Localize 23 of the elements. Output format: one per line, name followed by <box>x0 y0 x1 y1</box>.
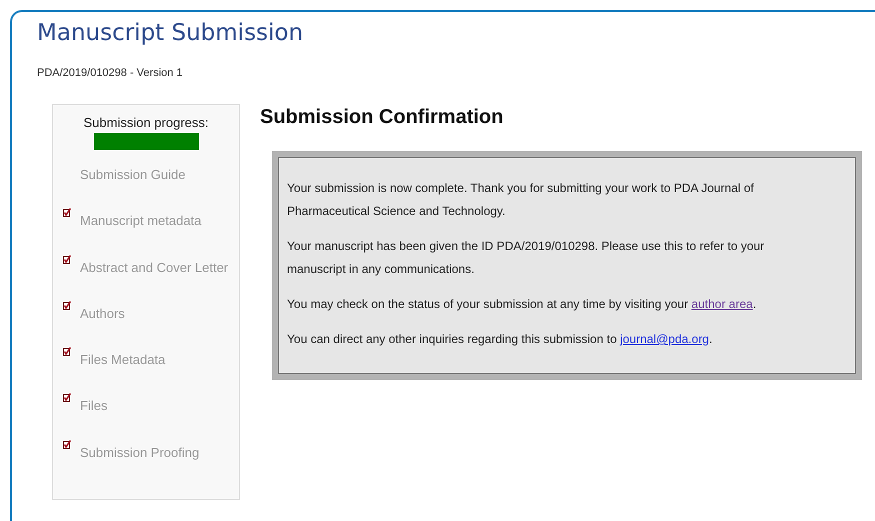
sidebar-item[interactable]: Authors <box>53 304 239 350</box>
sidebar-item[interactable]: Submission Proofing <box>53 442 239 490</box>
sidebar-item[interactable]: Manuscript metadata <box>53 211 239 258</box>
progress-label: Submission progress: <box>84 115 208 130</box>
checkbox-icon <box>63 300 71 310</box>
confirmation-text: You can direct any other inquiries regarding this submission to journal@pda.org. <box>287 331 714 348</box>
confirmation-text: You may check on the status of your submission at any time by visiting your author area. <box>287 296 758 313</box>
sidebar-item[interactable]: Abstract and Cover Letter <box>53 258 239 304</box>
checkbox-icon <box>63 440 71 449</box>
page-title: Manuscript Submission <box>37 20 304 46</box>
text-link[interactable]: author area <box>691 297 753 311</box>
manuscript-reference: PDA/2019/010298 - Version 1 <box>37 67 184 79</box>
confirmation-text: Your submission is now complete. Thank you for submitting your work to PDA Journal of Pharmaceutical Science and Technology. <box>287 180 755 220</box>
checkbox-icon <box>63 393 71 402</box>
section-heading: Submission Confirmation <box>260 106 504 129</box>
sidebar-item[interactable]: Files Metadata <box>53 350 239 396</box>
sidebar-item[interactable]: Files <box>53 396 239 443</box>
checkbox-icon <box>63 208 71 218</box>
confirmation-text: Your manuscript has been given the ID PDA/2019/010298. Please use this to refer to your manuscript in any communications. <box>287 238 766 278</box>
checkbox-icon <box>63 347 71 356</box>
checkbox-icon <box>63 254 71 264</box>
text-link[interactable]: journal@pda.org <box>620 332 709 346</box>
sidebar-item[interactable]: Submission Guide <box>53 165 239 212</box>
